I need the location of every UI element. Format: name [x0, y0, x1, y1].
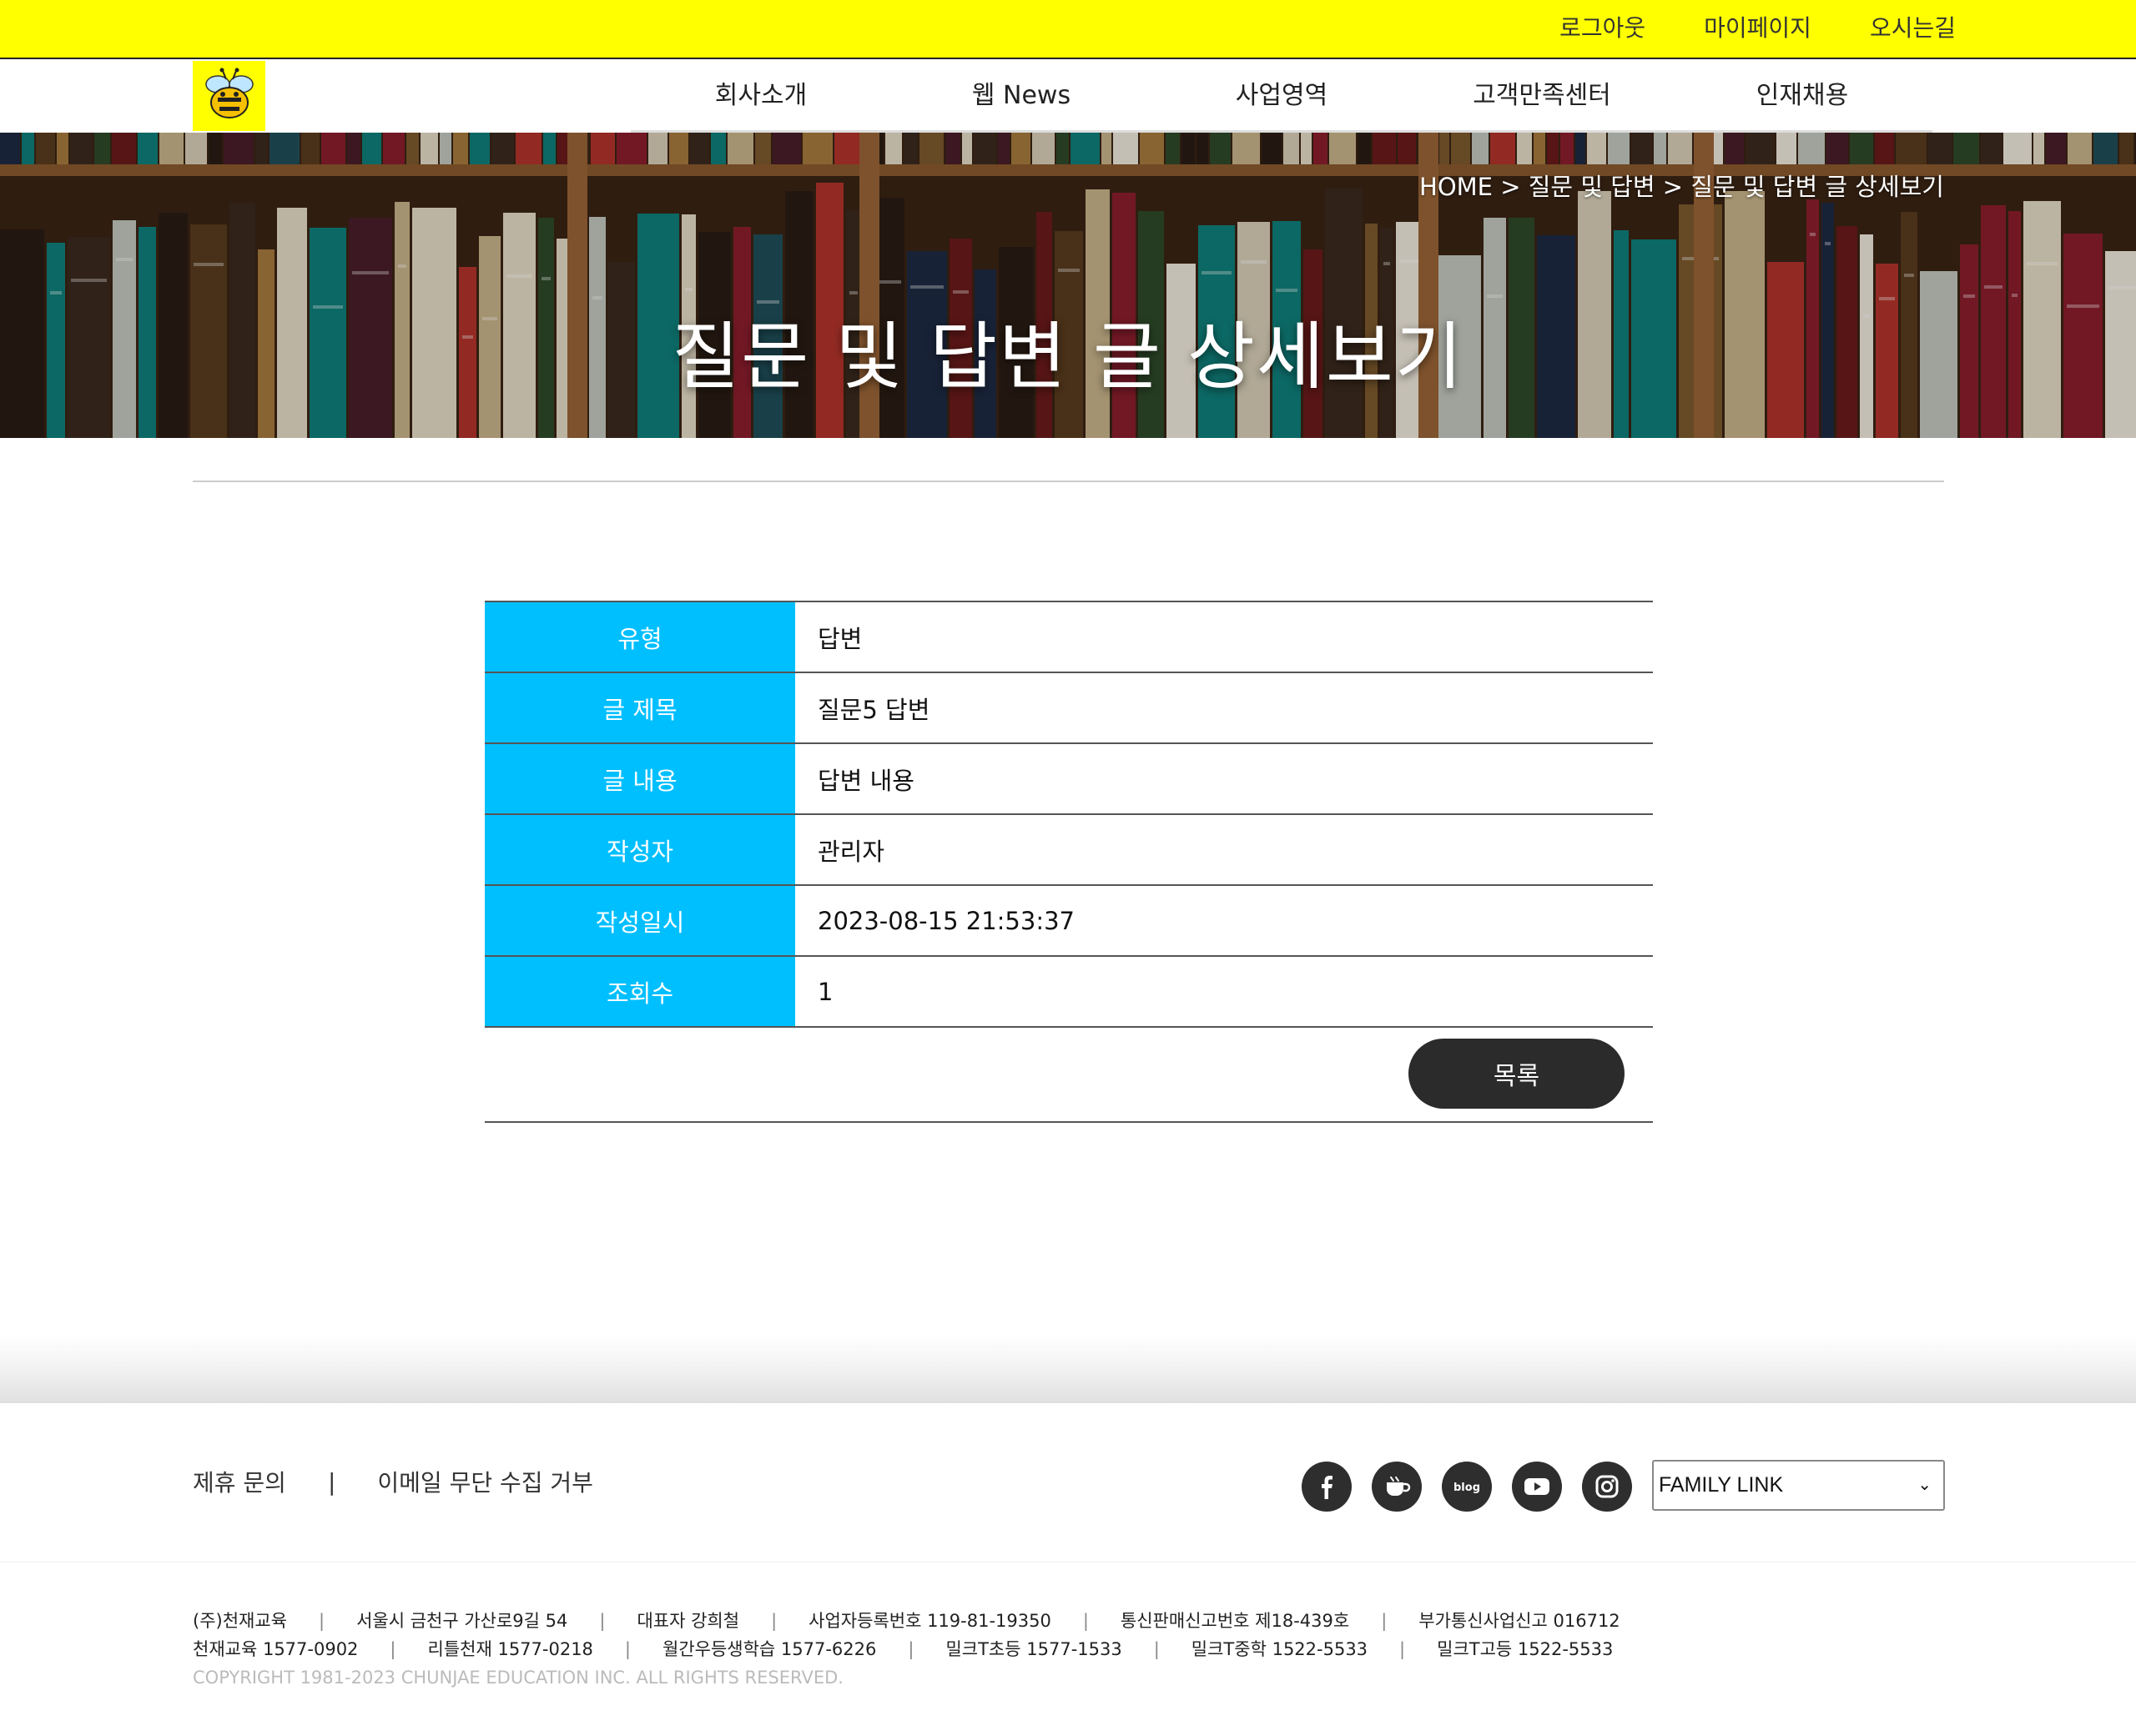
logout-link[interactable]: 로그아웃: [1559, 12, 1645, 45]
top-links: 로그아웃 마이페이지 오시는길: [1559, 12, 1956, 45]
info-line-2: 천재교육 1577-0902 | 리틀천재 1577-0218 | 월간우등생학습 …: [193, 1635, 1620, 1663]
content-value: 답변 내용: [818, 766, 914, 795]
title-value: 질문5 답변: [818, 695, 930, 724]
content-label: 글 내용: [485, 744, 795, 813]
menu-company[interactable]: 회사소개: [631, 59, 891, 130]
list-button[interactable]: 목록: [1408, 1039, 1625, 1109]
bee-logo[interactable]: [193, 61, 265, 131]
phone-little: 리틀천재 1577-0218: [427, 1639, 593, 1659]
business-number: 사업자등록번호 119-81-19350: [809, 1611, 1051, 1631]
blog-icon-text: blog: [1453, 1482, 1480, 1494]
mail-order-number: 통신판매신고번호 제18-439호: [1120, 1611, 1350, 1631]
top-bar: 로그아웃 마이페이지 오시는길: [0, 0, 2136, 59]
info-line-1: (주)천재교육 | 서울시 금천구 가산로9길 54 | 대표자 강희철 | 사업자등…: [193, 1607, 1620, 1635]
type-value: 답변: [818, 624, 863, 653]
menu-news[interactable]: 웹 News: [891, 59, 1151, 130]
phone-milkt-elementary: 밀크T초등 1577-1533: [945, 1639, 1122, 1659]
phone-chunjae: 천재교육 1577-0902: [193, 1639, 359, 1659]
copyright: COPYRIGHT 1981-2023 CHUNJAE EDUCATION IN…: [193, 1668, 844, 1688]
partnership-link[interactable]: 제휴 문의: [193, 1465, 286, 1498]
cafe-icon[interactable]: [1372, 1462, 1422, 1512]
instagram-icon[interactable]: [1582, 1462, 1632, 1512]
footer-links: 제휴 문의 | 이메일 무단 수집 거부: [193, 1465, 593, 1498]
row-title: 글 제목 질문5 답변: [485, 673, 1653, 744]
chevron-down-icon: ⌄: [1917, 1476, 1932, 1494]
author-value: 관리자: [818, 837, 885, 866]
date-label: 작성일시: [485, 886, 795, 955]
footer: 제휴 문의 | 이메일 무단 수집 거부 blog FAMILY LINK ⌄ …: [0, 1403, 2136, 1736]
company-info: (주)천재교육 | 서울시 금천구 가산로9길 54 | 대표자 강희철 | 사업자등…: [193, 1607, 1620, 1692]
views-label: 조회수: [485, 957, 795, 1026]
email-refusal-link[interactable]: 이메일 무단 수집 거부: [377, 1465, 593, 1498]
row-views: 조회수 1: [485, 957, 1653, 1028]
phone-milkt-high: 밀크T고등 1522-5533: [1437, 1639, 1614, 1659]
row-date: 작성일시 2023-08-15 21:53:37: [485, 886, 1653, 957]
menu-recruit[interactable]: 인재채용: [1672, 59, 1932, 130]
directions-link[interactable]: 오시는길: [1870, 12, 1956, 45]
ceo-name: 대표자 강희철: [637, 1611, 740, 1631]
family-link-label: FAMILY LINK: [1659, 1473, 1784, 1497]
title-label: 글 제목: [485, 673, 795, 742]
row-author: 작성자 관리자: [485, 815, 1653, 886]
company-address: 서울시 금천구 가산로9길 54: [356, 1611, 568, 1631]
date-value: 2023-08-15 21:53:37: [818, 906, 1075, 935]
row-type: 유형 답변: [485, 602, 1653, 673]
bee-icon: [205, 68, 254, 118]
family-link-select[interactable]: FAMILY LINK ⌄: [1652, 1460, 1945, 1511]
social-links: blog: [1302, 1462, 1632, 1512]
facebook-icon[interactable]: [1302, 1462, 1352, 1512]
telecom-number: 부가통신사업신고 016712: [1418, 1611, 1620, 1631]
menu-bar: 회사소개 웹 News 사업영역 고객만족센터 인재채용: [631, 59, 1932, 133]
breadcrumb: HOME > 질문 및 답변 > 질문 및 답변 글 상세보기: [1419, 173, 1944, 201]
row-content: 글 내용 답변 내용: [485, 744, 1653, 815]
button-row: 목록: [485, 1028, 1653, 1123]
content-divider: [193, 481, 1944, 482]
mypage-link[interactable]: 마이페이지: [1704, 12, 1811, 45]
main-navigation: 회사소개 웹 News 사업영역 고객만족센터 인재채용: [0, 59, 2136, 133]
blog-icon[interactable]: blog: [1442, 1462, 1492, 1512]
menu-business[interactable]: 사업영역: [1151, 59, 1412, 130]
post-detail-table: 유형 답변 글 제목 질문5 답변 글 내용 답변 내용 작성자 관리자 작성일…: [485, 601, 1653, 1123]
menu-customer-center[interactable]: 고객만족센터: [1412, 59, 1672, 130]
youtube-icon[interactable]: [1512, 1462, 1562, 1512]
views-value: 1: [818, 977, 834, 1006]
hero-banner: HOME > 질문 및 답변 > 질문 및 답변 글 상세보기 질문 및 답변 …: [0, 133, 2136, 438]
footer-link-separator: |: [327, 1467, 336, 1496]
footer-shadow: [0, 1335, 2136, 1403]
company-name: (주)천재교육: [193, 1611, 287, 1631]
phone-monthly: 월간우등생학습 1577-6226: [662, 1639, 877, 1659]
phone-milkt-middle: 밀크T중학 1522-5533: [1191, 1639, 1368, 1659]
page-title: 질문 및 답변 글 상세보기: [672, 314, 1464, 400]
author-label: 작성자: [485, 815, 795, 884]
type-label: 유형: [485, 602, 795, 672]
